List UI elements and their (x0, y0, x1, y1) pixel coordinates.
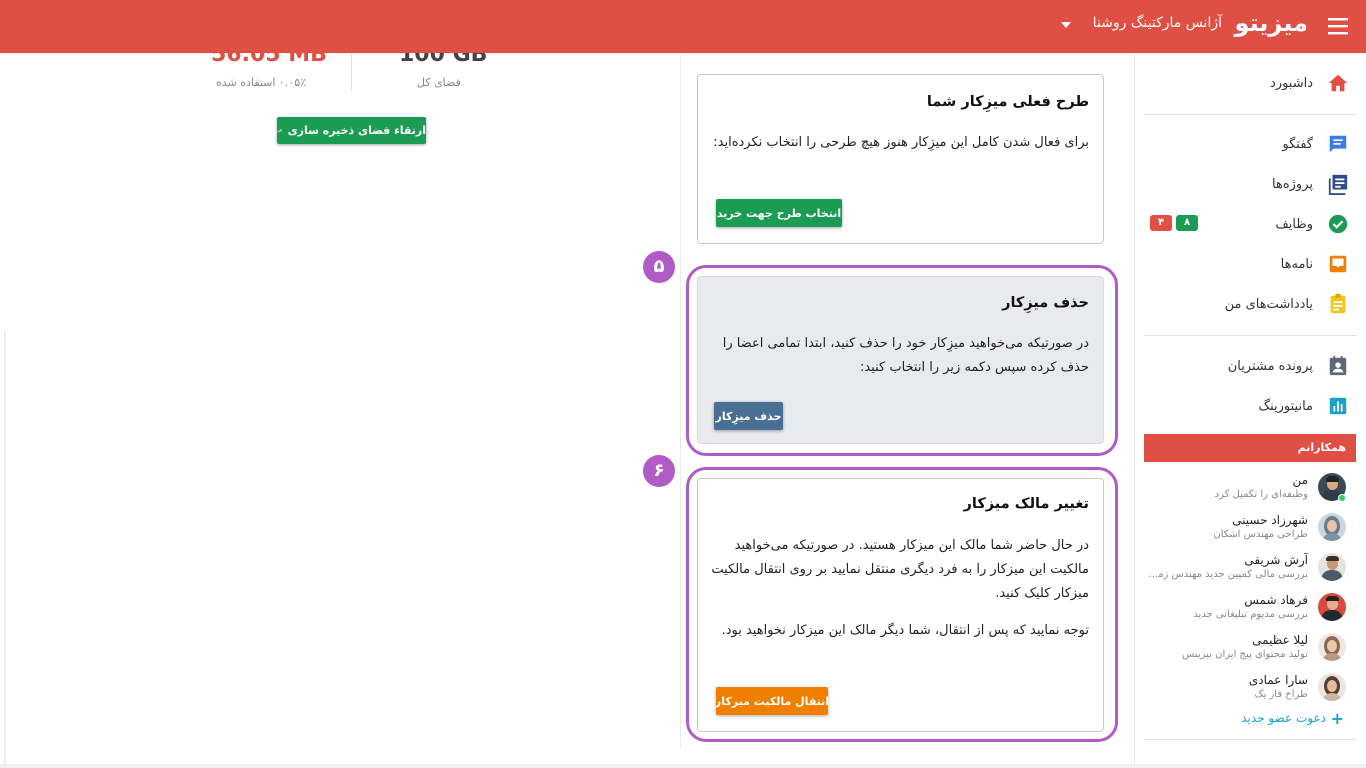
step-badge: ۵ (643, 251, 675, 283)
plan-card-text: برای فعال شدن کامل این میزِکار هنوز هیچ … (713, 135, 1089, 150)
sidebar-item-label: پروژه‌ها (1272, 176, 1313, 192)
sidebar-item-projects[interactable]: پروژه‌ها (1134, 166, 1366, 202)
upgrade-storage-label: ارتقاء فضای ذخیره سازی (287, 124, 426, 137)
avatar (1318, 593, 1346, 621)
plus-icon[interactable]: + (1331, 709, 1344, 728)
divider (1144, 739, 1356, 740)
sidebar-item-label: نامه‌ها (1280, 256, 1313, 272)
delete-card: حذف میزِکار در صورتیکه می‌خواهید میزِکار… (697, 276, 1104, 444)
plan-card-title: طرح فعلی میزِکار شما (926, 94, 1089, 110)
customers-icon (1329, 355, 1347, 376)
member-name: آرش شریفی (1244, 553, 1308, 567)
monitoring-icon (1329, 397, 1347, 415)
member-name: سارا عمادی (1248, 673, 1308, 687)
sidebar-item-notes[interactable]: یادداشت‌های من (1134, 286, 1366, 322)
tasks-done-badge: ۸ (1176, 215, 1198, 231)
divider (1144, 335, 1356, 336)
sidebar: داشبورد گفتگو پروژه‌ها وظایف ۸ ۴ نامه‌ها… (1134, 53, 1366, 768)
sidebar-item-customers[interactable]: پرونده مشتریان (1134, 348, 1366, 384)
delete-workspace-button[interactable]: حذف میزِکار (714, 402, 783, 430)
avatar (1318, 673, 1346, 701)
member-item[interactable]: فرهاد شمس بررسی مدیوم تبلیغاتی جدید (1134, 591, 1366, 631)
choose-plan-button[interactable]: انتخاب طرح جهت خرید (716, 199, 842, 227)
sidebar-item-chat[interactable]: گفتگو (1134, 126, 1366, 162)
tasks-icon (1328, 214, 1348, 234)
member-status: تولید محتوای پیج ایران بیزینس (1182, 649, 1308, 660)
upgrade-storage-button[interactable]: ارتقاء فضای ذخیره سازی (277, 117, 426, 144)
avatar (1318, 513, 1346, 541)
storage-total-label: فضای کل (417, 76, 461, 89)
delete-card-title: حذف میزِکار (1002, 295, 1089, 311)
chat-icon (1329, 135, 1347, 153)
letters-icon (1329, 255, 1347, 273)
member-name: من (1292, 473, 1308, 487)
member-item[interactable]: آرش شریفی بررسی مالی کمپین جدید مهندس زم… (1134, 551, 1366, 591)
sidebar-item-label: یادداشت‌های من (1224, 296, 1313, 312)
sidebar-item-label: وظایف (1275, 216, 1313, 232)
transfer-card: تغییر مالک میزکار در حال حاضر شما مالک ا… (697, 478, 1104, 732)
divider (0, 764, 1366, 768)
member-status: بررسی مدیوم تبلیغاتی جدید (1193, 609, 1308, 620)
sidebar-item-monitoring[interactable]: مانیتورینگ (1134, 388, 1366, 424)
member-item[interactable]: لیلا عظیمی تولید محتوای پیج ایران بیزینس (1134, 631, 1366, 671)
team-header: همکارانم (1144, 434, 1356, 462)
transfer-card-title: تغییر مالک میزکار (963, 496, 1089, 512)
member-name: لیلا عظیمی (1252, 633, 1308, 647)
delete-card-text: در صورتیکه می‌خواهید میزِکار خود را حذف … (722, 336, 1089, 375)
sidebar-item-label: گفتگو (1282, 136, 1313, 152)
trending-up-icon (277, 129, 282, 132)
member-item[interactable]: من وظیفه‌ای را تکمیل کرد (1134, 471, 1366, 511)
member-item[interactable]: شهرزاد حسینی طراحی مهندس اشکان (1134, 511, 1366, 551)
home-icon (1328, 74, 1348, 92)
divider (680, 53, 681, 748)
member-status: طراحی مهندس اشکان (1213, 529, 1308, 540)
scrollbar-track[interactable] (4, 330, 6, 768)
member-status: بررسی مالی کمپین جدید مهندس زمانی (1148, 569, 1308, 580)
menu-icon[interactable] (1328, 17, 1348, 35)
member-item[interactable]: سارا عمادی طراح فاز یک (1134, 671, 1366, 711)
transfer-card-note: توجه نمایید که پس از انتقال، شما دیگر ما… (721, 623, 1089, 638)
sidebar-item-letters[interactable]: نامه‌ها (1134, 246, 1366, 282)
app-logo[interactable]: میزیتو (1235, 9, 1308, 37)
projects-icon (1328, 174, 1348, 195)
transfer-card-text: در حال حاضر شما مالک این میزکار هستید. د… (711, 538, 1089, 601)
invite-member-link[interactable]: دعوت عضو جدید (1241, 711, 1326, 725)
chevron-down-icon[interactable] (1061, 22, 1071, 28)
sidebar-item-dashboard[interactable]: داشبورد (1134, 65, 1366, 101)
transfer-ownership-button[interactable]: انتقال مالکیت میزکار (715, 687, 829, 715)
avatar (1318, 553, 1346, 581)
divider (351, 53, 352, 91)
divider (1144, 114, 1356, 115)
member-status: وظیفه‌ای را تکمیل کرد (1214, 489, 1308, 500)
plan-card: طرح فعلی میزِکار شما برای فعال شدن کامل … (697, 74, 1104, 244)
member-name: فرهاد شمس (1244, 593, 1308, 607)
notes-icon (1330, 293, 1346, 314)
sidebar-item-tasks[interactable]: وظایف ۸ ۴ (1134, 206, 1366, 242)
tasks-pending-badge: ۴ (1150, 215, 1172, 231)
storage-used-label: ۰.۰۵٪ استفاده شده (216, 76, 307, 89)
sidebar-item-label: داشبورد (1270, 75, 1313, 91)
sidebar-item-label: پرونده مشتریان (1227, 358, 1313, 374)
avatar (1318, 633, 1346, 661)
sidebar-item-label: مانیتورینگ (1258, 398, 1313, 414)
member-status: طراح فاز یک (1254, 689, 1308, 700)
step-badge: ۶ (643, 455, 675, 487)
member-name: شهرزاد حسینی (1232, 513, 1308, 527)
online-status-icon (1338, 494, 1346, 502)
workspace-name[interactable]: آژانس مارکتینگ روشنا (1093, 15, 1222, 31)
